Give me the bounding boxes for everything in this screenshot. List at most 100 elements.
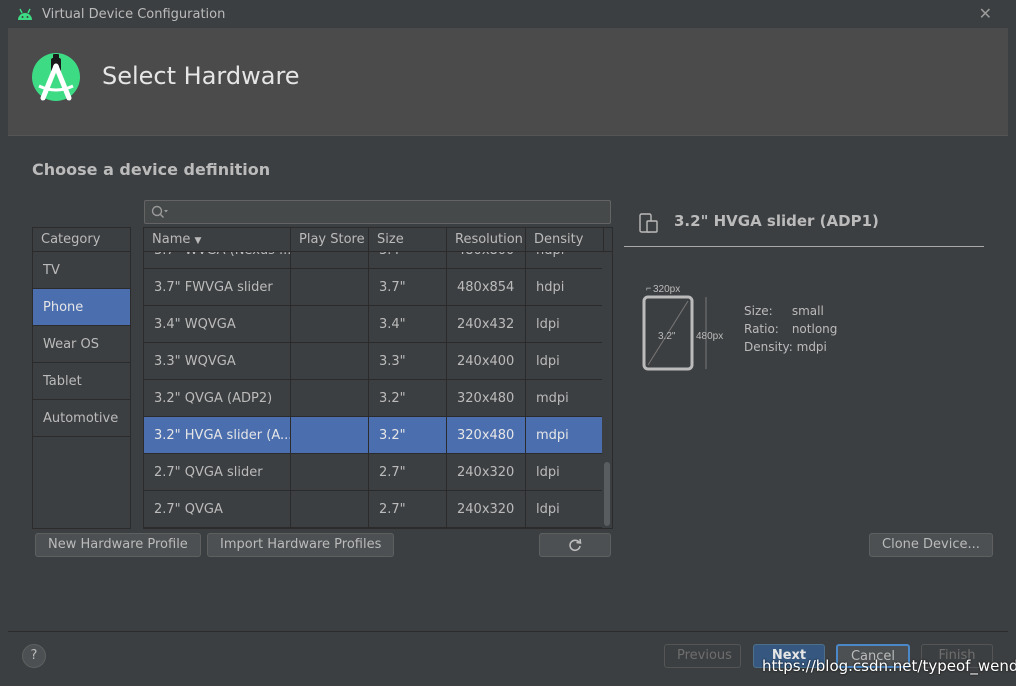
cell-name: 2.7" QVGA slider — [144, 454, 291, 490]
cell-size: 3.2" — [369, 380, 447, 416]
refresh-icon — [569, 538, 582, 552]
category-item-automotive[interactable]: Automotive — [33, 400, 130, 437]
cell-density: ldpi — [526, 343, 604, 379]
cell-play-store — [291, 252, 369, 268]
column-header-size[interactable]: Size — [369, 228, 447, 251]
table-row[interactable]: 3.7" WVGA (Nexus ... 3.4" 480x800 hdpi — [144, 252, 604, 269]
cell-size: 3.2" — [369, 417, 447, 453]
window-border-left — [0, 28, 8, 686]
cell-size: 3.4" — [369, 306, 447, 342]
width-label: 320px — [653, 284, 680, 295]
preview-separator — [624, 246, 984, 247]
help-button[interactable]: ? — [22, 644, 46, 668]
cell-density: mdpi — [526, 417, 604, 453]
table-row-selected[interactable]: 3.2" HVGA slider (A... 3.2" 320x480 mdpi — [144, 417, 604, 454]
category-item-phone[interactable]: Phone — [33, 289, 130, 326]
cell-play-store — [291, 306, 369, 342]
cell-name: 3.4" WQVGA — [144, 306, 291, 342]
cell-size: 3.7" — [369, 269, 447, 305]
ratio-value: notlong — [791, 322, 838, 336]
table-scrollbar[interactable] — [602, 252, 612, 528]
search-icon — [151, 205, 168, 218]
cell-density: hdpi — [526, 252, 604, 268]
window-titlebar: Virtual Device Configuration ✕ — [0, 0, 1016, 28]
height-label: 480px — [696, 331, 723, 342]
cell-play-store — [291, 454, 369, 490]
cell-resolution: 240x400 — [447, 343, 526, 379]
device-specs: Size: small Ratio: notlong Density: mdpi — [744, 302, 837, 356]
previous-button[interactable]: Previous — [664, 644, 741, 668]
import-hardware-profiles-button[interactable]: Import Hardware Profiles — [207, 533, 395, 557]
cell-resolution: 480x800 — [447, 252, 526, 268]
search-input[interactable] — [144, 200, 611, 224]
device-preview-title: 3.2" HVGA slider (ADP1) — [674, 212, 879, 230]
cell-size: 3.4" — [369, 252, 447, 268]
cell-resolution: 240x320 — [447, 454, 526, 490]
cell-size: 3.3" — [369, 343, 447, 379]
column-header-play-store[interactable]: Play Store — [291, 228, 369, 251]
cell-density: ldpi — [526, 306, 604, 342]
category-item-wear-os[interactable]: Wear OS — [33, 326, 130, 363]
cell-size: 2.7" — [369, 454, 447, 490]
cell-size: 2.7" — [369, 491, 447, 527]
svg-text:⌐: ⌐ — [646, 283, 651, 293]
cell-name: 3.3" WQVGA — [144, 343, 291, 379]
wizard-header: Select Hardware — [8, 28, 1008, 136]
size-value: small — [791, 304, 824, 318]
cell-play-store — [291, 417, 369, 453]
cell-name: 3.7" WVGA (Nexus ... — [144, 252, 291, 268]
table-body[interactable]: 3.7" WVGA (Nexus ... 3.4" 480x800 hdpi 3… — [144, 252, 612, 528]
android-icon — [18, 8, 32, 20]
watermark-text: https://blog.csdn.net/typeof_wendu — [762, 657, 1016, 675]
cell-name: 3.7" FWVGA slider — [144, 269, 291, 305]
new-hardware-profile-button[interactable]: New Hardware Profile — [35, 533, 201, 557]
android-studio-logo-icon — [32, 53, 80, 101]
cell-name: 3.2" QVGA (ADP2) — [144, 380, 291, 416]
device-icon — [639, 213, 658, 233]
sort-desc-icon: ▼ — [194, 236, 202, 246]
cell-density: ldpi — [526, 454, 604, 490]
cell-resolution: 480x854 — [447, 269, 526, 305]
column-header-name[interactable]: Name ▼ — [144, 228, 291, 251]
table-row[interactable]: 2.7" QVGA slider 2.7" 240x320 ldpi — [144, 454, 604, 491]
cell-resolution: 320x480 — [447, 380, 526, 416]
table-row[interactable]: 3.4" WQVGA 3.4" 240x432 ldpi — [144, 306, 604, 343]
table-row[interactable]: 3.7" FWVGA slider 3.7" 480x854 hdpi — [144, 269, 604, 306]
clone-device-button[interactable]: Clone Device... — [869, 533, 993, 557]
scrollbar-thumb[interactable] — [604, 462, 610, 526]
cell-play-store — [291, 491, 369, 527]
table-header: Name ▼ Play Store Size Resolution Densit… — [144, 228, 612, 252]
category-item-tablet[interactable]: Tablet — [33, 363, 130, 400]
category-list: Category TV Phone Wear OS Tablet Automot… — [32, 227, 131, 529]
category-item-tv[interactable]: TV — [33, 252, 130, 289]
close-icon[interactable]: ✕ — [979, 4, 992, 23]
cell-name: 3.2" HVGA slider (A... — [144, 417, 291, 453]
window-title: Virtual Device Configuration — [42, 6, 226, 22]
ratio-key: Ratio: — [744, 322, 779, 336]
column-header-density[interactable]: Density — [526, 228, 604, 251]
table-row[interactable]: 3.2" QVGA (ADP2) 3.2" 320x480 mdpi — [144, 380, 604, 417]
cell-name: 2.7" QVGA — [144, 491, 291, 527]
cell-density: hdpi — [526, 269, 604, 305]
cell-play-store — [291, 269, 369, 305]
cell-density: mdpi — [526, 380, 604, 416]
content-panel: Choose a device definition Category TV P… — [8, 136, 1008, 631]
window-border-right — [1008, 28, 1016, 686]
category-header: Category — [33, 228, 130, 252]
cell-resolution: 240x432 — [447, 306, 526, 342]
cell-resolution: 240x320 — [447, 491, 526, 527]
cell-density: ldpi — [526, 491, 604, 527]
density-key: Density: — [744, 340, 793, 354]
cell-play-store — [291, 343, 369, 379]
table-row[interactable]: 3.3" WQVGA 3.3" 240x400 ldpi — [144, 343, 604, 380]
refresh-button[interactable] — [539, 533, 611, 557]
device-table: Name ▼ Play Store Size Resolution Densit… — [143, 227, 613, 529]
table-row[interactable]: 2.7" QVGA 2.7" 240x320 ldpi — [144, 491, 604, 528]
diagonal-label: 3.2" — [658, 331, 676, 342]
page-title: Select Hardware — [102, 62, 300, 90]
column-header-resolution[interactable]: Resolution — [447, 228, 526, 251]
column-label: Name — [152, 232, 191, 247]
cell-resolution: 320x480 — [447, 417, 526, 453]
device-preview-phone: ⌐ 320px 3.2" 480px — [642, 283, 723, 371]
section-title: Choose a device definition — [32, 160, 271, 179]
